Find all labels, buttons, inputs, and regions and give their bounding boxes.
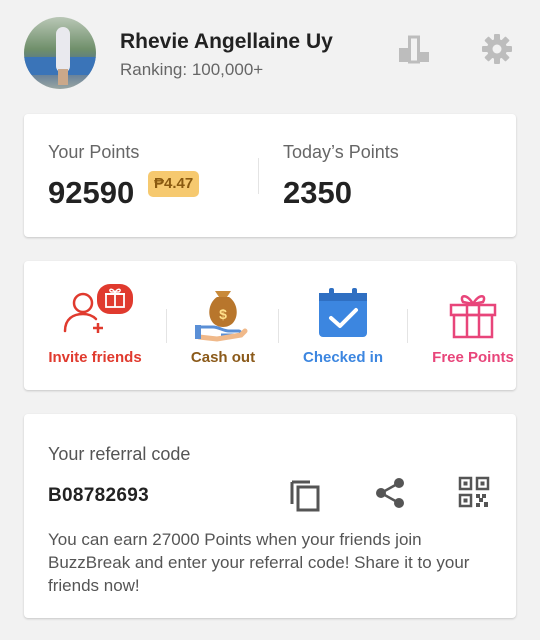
referral-description: You can earn 27000 Points when your frie… xyxy=(48,530,470,595)
referral-title: Your referral code xyxy=(48,444,191,464)
share-icon[interactable] xyxy=(374,476,406,510)
invite-friends-icon xyxy=(63,284,133,333)
referral-card: Your referral code B08782693 You can ear… xyxy=(24,414,516,618)
avatar[interactable] xyxy=(24,17,96,89)
invite-friends-label: Invite friends xyxy=(48,349,142,366)
divider xyxy=(407,309,408,343)
cash-out-button[interactable]: $ Cash out xyxy=(168,283,278,373)
leaderboard-icon[interactable] xyxy=(397,32,431,66)
qr-code-icon[interactable] xyxy=(458,476,490,508)
svg-text:$: $ xyxy=(219,306,227,322)
gear-icon[interactable] xyxy=(480,32,514,66)
checked-in-button[interactable]: Checked in xyxy=(288,283,398,373)
gift-icon xyxy=(449,295,497,339)
free-points-button[interactable]: Free Points xyxy=(418,283,528,373)
cash-out-label: Cash out xyxy=(190,349,256,366)
actions-card: Invite friends $ Cash out Checked in Fre… xyxy=(24,261,516,390)
money-bag-icon: $ xyxy=(195,291,248,342)
your-points-label: Your Points xyxy=(48,142,140,162)
copy-icon[interactable] xyxy=(288,476,322,512)
divider xyxy=(278,309,279,343)
profile-header: Rhevie Angellaine Uy Ranking: 100,000+ xyxy=(0,0,540,100)
ranking-text: Ranking: 100,000+ xyxy=(120,60,264,79)
free-points-label: Free Points xyxy=(432,349,514,366)
invite-friends-button[interactable]: Invite friends xyxy=(40,283,150,373)
points-card: Your Points 92590 ₱4.47 Today’s Points 2… xyxy=(24,114,516,237)
divider xyxy=(166,309,167,343)
todays-points-label: Today’s Points xyxy=(283,142,399,162)
your-points-value: 92590 xyxy=(48,175,135,210)
user-name: Rhevie Angellaine Uy xyxy=(120,30,333,53)
todays-points-value: 2350 xyxy=(283,175,352,210)
referral-code: B08782693 xyxy=(48,485,149,506)
calendar-check-icon xyxy=(319,288,367,337)
divider xyxy=(258,158,259,194)
checked-in-label: Checked in xyxy=(302,349,384,366)
peso-value-badge: ₱4.47 xyxy=(148,171,200,197)
